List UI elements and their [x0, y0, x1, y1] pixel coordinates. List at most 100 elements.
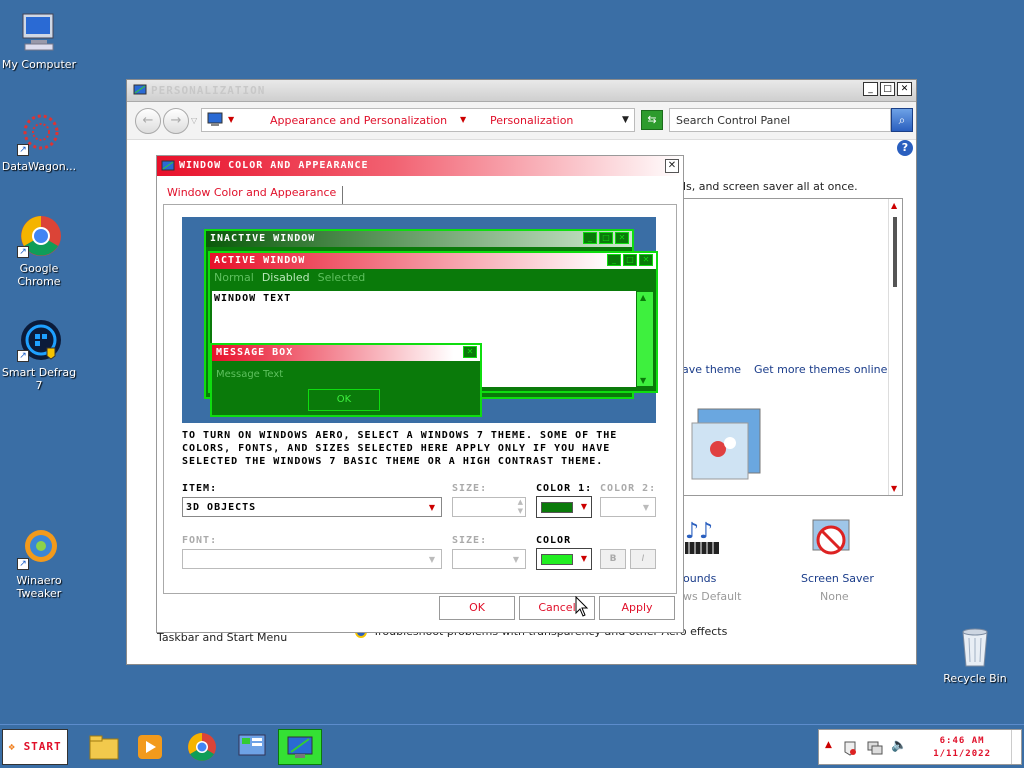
start-button[interactable]: ❖ START	[2, 729, 68, 765]
clock-date: 1/11/2022	[933, 749, 991, 759]
appearance-preview[interactable]: INACTIVE WINDOW _ □ ✕ ACTIVE WINDOW _ □ ✕ No…	[182, 217, 658, 423]
dropdown-arrow-icon: ▼	[512, 555, 520, 564]
taskbar-media-player[interactable]	[128, 729, 172, 765]
screen-saver-icon[interactable]	[809, 516, 853, 562]
search-input[interactable]: Search Control Panel	[669, 108, 891, 132]
dialog-panel: INACTIVE WINDOW _ □ ✕ ACTIVE WINDOW _ □ ✕ No…	[163, 204, 677, 594]
back-button[interactable]: ←	[135, 108, 161, 134]
menu-normal: Normal	[214, 271, 254, 284]
breadcrumb-chevron-icon[interactable]: ▼	[228, 115, 234, 124]
desktop-icon-label: DataWagon...	[1, 160, 77, 173]
personalization-icon	[133, 83, 147, 100]
forward-button[interactable]: →	[163, 108, 189, 134]
color1-label: COLOR 1:	[536, 483, 593, 494]
theme-thumbnail[interactable]	[688, 393, 768, 481]
maximize-icon: □	[623, 254, 637, 266]
main-titlebar[interactable]: PERSONALIZATION _ □ ✕	[127, 80, 916, 102]
minimize-button[interactable]: _	[863, 82, 878, 96]
item-select[interactable]: 3D OBJECTS ▼	[182, 497, 442, 517]
color2-label: COLOR 2:	[600, 483, 657, 494]
screen-saver-sublabel: None	[820, 590, 849, 603]
color1-picker[interactable]: ▼	[536, 496, 592, 518]
scroll-thumb[interactable]	[893, 217, 897, 287]
breadcrumb-chevron-icon[interactable]: ▼	[460, 115, 466, 124]
themes-description: ds, and screen saver all at once.	[679, 180, 858, 193]
font-size-label: SIZE:	[452, 535, 488, 546]
smart-defrag-icon: ↗	[17, 318, 61, 362]
color2-picker[interactable]: ▼	[600, 497, 656, 517]
preview-message-box[interactable]: MESSAGE BOX ✕ Message Text OK	[210, 343, 482, 417]
color1-swatch	[541, 502, 573, 513]
screen-saver-label[interactable]: Screen Saver	[801, 572, 874, 585]
minimize-icon: _	[607, 254, 621, 266]
scroll-up-icon: ▲	[640, 293, 647, 302]
clock[interactable]: 6:46 AM 1/11/2022	[933, 735, 991, 761]
close-icon: ✕	[463, 346, 477, 358]
winaero-tweaker-icon: ↗	[17, 526, 61, 570]
tab-window-color[interactable]: Window Color and Appearance	[167, 186, 344, 204]
sounds-label[interactable]: ounds	[683, 572, 716, 585]
apply-button[interactable]: Apply	[599, 596, 675, 620]
refresh-icon[interactable]: ⇆	[641, 110, 663, 130]
search-icon[interactable]: ⌕	[891, 108, 913, 132]
bold-button[interactable]: B	[600, 549, 626, 569]
taskbar-control-panel[interactable]	[230, 729, 274, 765]
help-icon[interactable]: ?	[897, 140, 913, 156]
font-color-picker[interactable]: ▼	[536, 548, 592, 570]
main-window-title: PERSONALIZATION	[151, 84, 266, 97]
size-stepper[interactable]: ▲ ▼	[452, 497, 526, 517]
inactive-window-title: INACTIVE WINDOW	[210, 233, 316, 244]
scroll-down-icon: ▼	[640, 376, 647, 385]
desktop-icon-smart-defrag[interactable]: ↗ Smart Defrag 7	[0, 318, 78, 392]
desktop-icon-datawagon[interactable]: ↗ DataWagon...	[0, 112, 78, 173]
dialog-close-button[interactable]: ✕	[665, 159, 679, 173]
address-bar: ← → ▽ ▼ Appearance and Personalization ▼…	[127, 102, 916, 140]
scroll-down-icon[interactable]: ▼	[891, 484, 897, 493]
font-size-select[interactable]: ▼	[452, 549, 526, 569]
desktop-icon-chrome[interactable]: ↗ Google Chrome	[0, 214, 78, 288]
dropdown-arrow-icon: ▼	[428, 555, 436, 564]
taskbar-explorer[interactable]	[82, 729, 126, 765]
breadcrumb-personalization[interactable]: Personalization	[490, 114, 573, 127]
desktop-icon-label: Google Chrome	[17, 262, 61, 288]
windows-logo-icon: ❖	[8, 740, 16, 753]
sounds-icon[interactable]: ♪♪	[683, 516, 723, 562]
scroll-up-icon[interactable]: ▲	[891, 201, 897, 210]
computer-icon	[17, 10, 61, 54]
themes-scrollbar[interactable]: ▲ ▼	[888, 199, 902, 495]
chrome-icon: ↗	[17, 214, 61, 258]
menu-disabled: Disabled	[261, 271, 310, 284]
active-window-title: ACTIVE WINDOW	[214, 255, 306, 266]
desktop-icon-recycle-bin[interactable]: Recycle Bin	[936, 624, 1014, 685]
taskbar-chrome[interactable]	[180, 729, 224, 765]
close-button[interactable]: ✕	[897, 82, 912, 96]
desktop-icon-winaero[interactable]: ↗ Winaero Tweaker	[0, 526, 78, 600]
save-theme-link[interactable]: ave theme	[682, 363, 741, 376]
font-select[interactable]: ▼	[182, 549, 442, 569]
datawagon-icon: ↗	[17, 112, 61, 156]
taskbar-personalization[interactable]	[278, 729, 322, 765]
desktop-icon-my-computer[interactable]: My Computer	[0, 10, 78, 71]
themes-list[interactable]: ▲ ▼ ave theme Get more themes online	[682, 198, 903, 496]
history-dropdown-icon[interactable]: ▽	[191, 116, 197, 125]
address-field[interactable]: ▼ Appearance and Personalization ▼ Perso…	[201, 108, 635, 132]
desktop-icon-label: Smart Defrag 7	[1, 366, 77, 392]
get-more-themes-link[interactable]: Get more themes online	[754, 363, 887, 376]
action-center-icon[interactable]	[843, 740, 857, 759]
system-tray: ▲ 🔈 6:46 AM 1/11/2022	[818, 729, 1022, 765]
dialog-titlebar[interactable]: WINDOW COLOR AND APPEARANCE	[157, 156, 683, 176]
breadcrumb-appearance[interactable]: Appearance and Personalization	[270, 114, 447, 127]
ok-button[interactable]: OK	[439, 596, 515, 620]
show-desktop-button[interactable]	[1011, 730, 1021, 764]
chrome-icon	[187, 733, 217, 767]
volume-icon[interactable]: 🔈	[891, 738, 907, 753]
italic-button[interactable]: I	[630, 549, 656, 569]
show-hidden-icons-icon[interactable]: ▲	[825, 740, 832, 750]
network-icon[interactable]	[867, 740, 883, 759]
window-color-dialog: WINDOW COLOR AND APPEARANCE ✕ Window Col…	[156, 155, 684, 633]
close-icon: ✕	[615, 232, 629, 244]
address-dropdown-icon[interactable]: ▼	[622, 115, 629, 125]
maximize-button[interactable]: □	[880, 82, 895, 96]
shortcut-arrow-icon: ↗	[17, 350, 29, 362]
shortcut-arrow-icon: ↗	[17, 246, 29, 258]
